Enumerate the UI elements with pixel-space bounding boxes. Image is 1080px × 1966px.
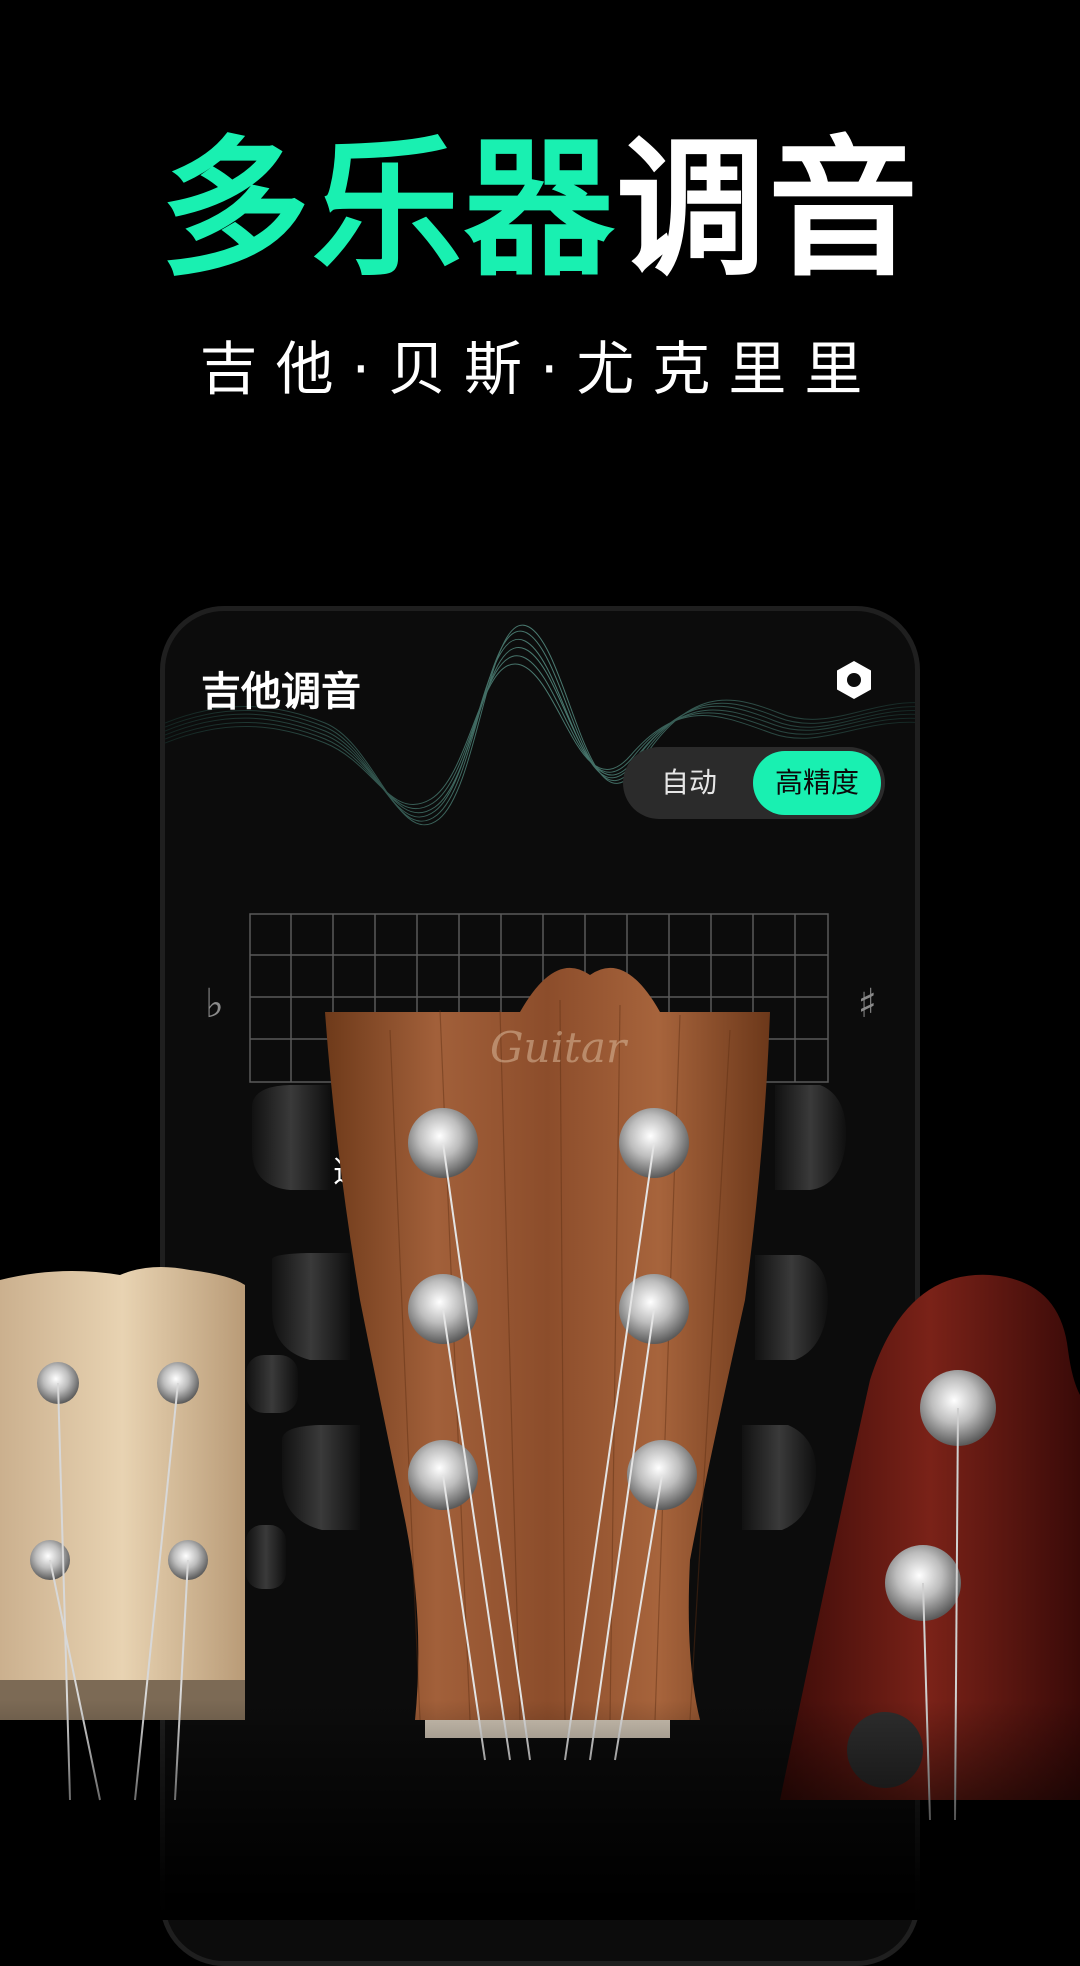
instruments-illustration: Guitar: [0, 967, 1080, 1821]
bottom-fade: [0, 1700, 1080, 1920]
guitar-logo: Guitar: [490, 1023, 629, 1072]
guitar-headstock: Guitar: [325, 967, 770, 1761]
